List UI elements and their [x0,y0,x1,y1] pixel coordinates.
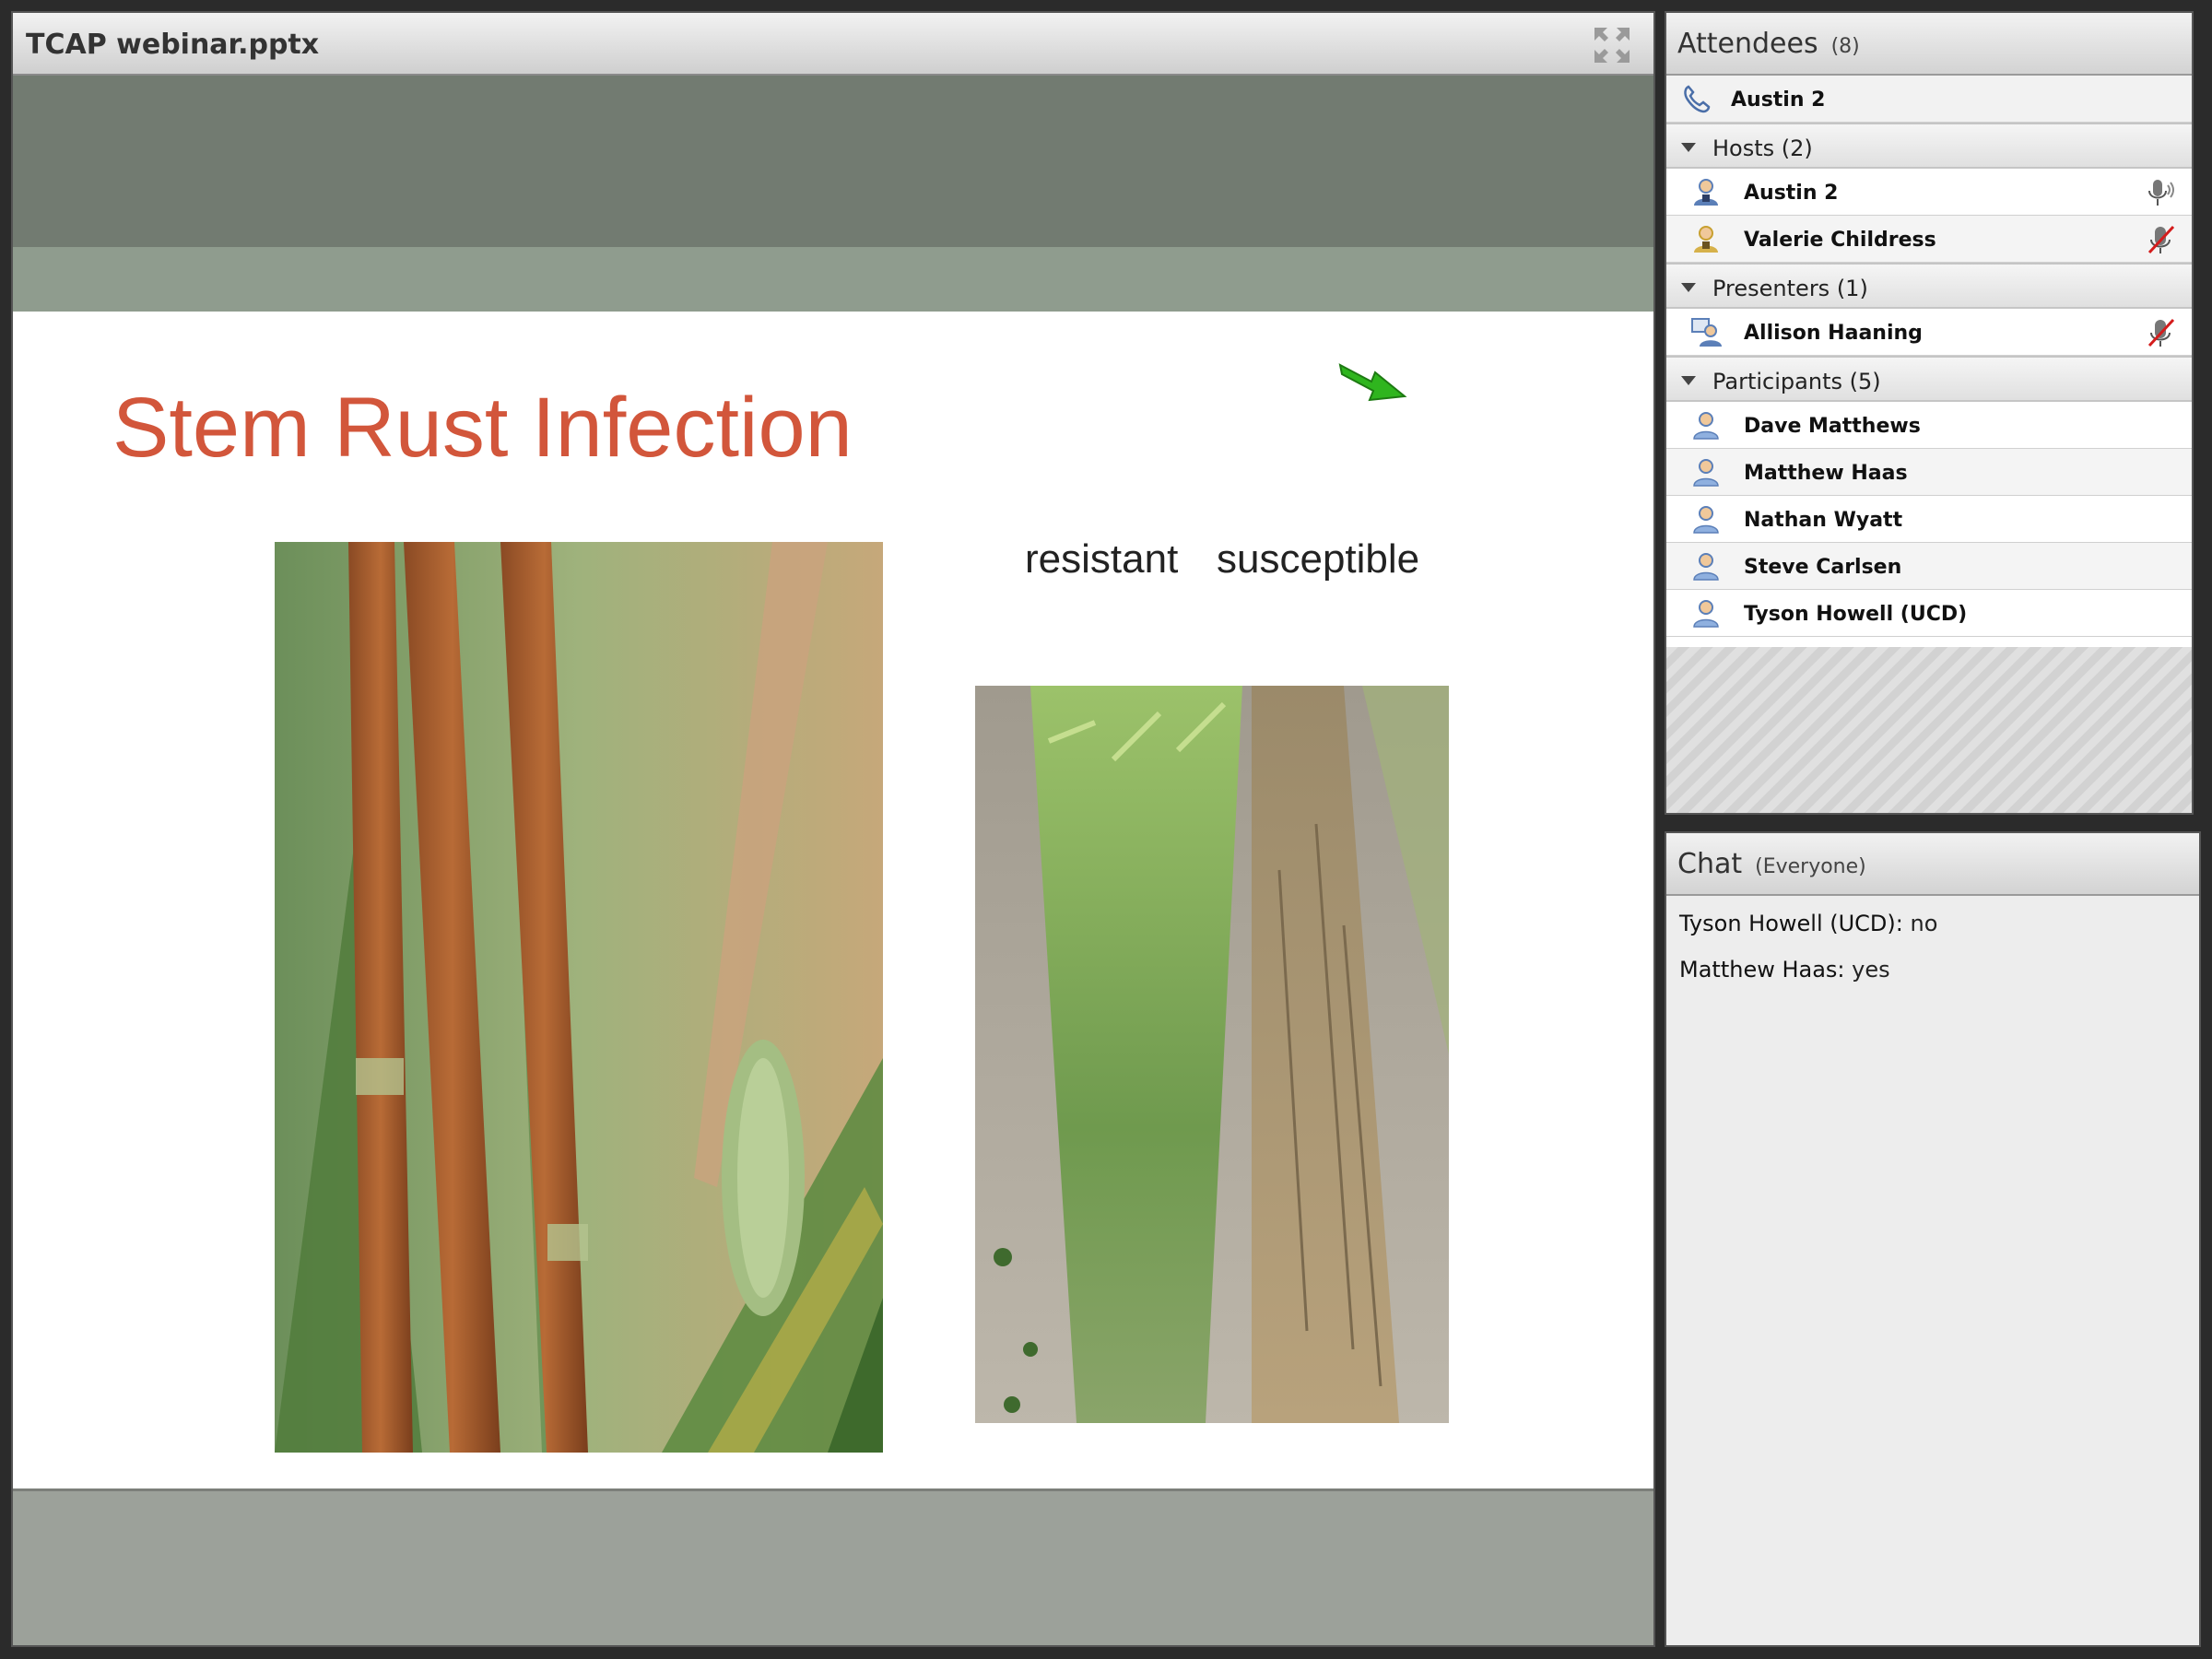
phone-icon [1684,85,1711,113]
chat-text: yes [1852,957,1890,982]
host-icon [1694,179,1718,206]
attendee-name: Tyson Howell (UCD) [1744,603,1968,626]
group-participants[interactable]: Participants (5) [1666,356,2192,402]
chat-title: Chat [1677,848,1743,880]
microphone-muted-icon[interactable] [2146,223,2177,256]
share-document-title: TCAP webinar.pptx [26,29,320,61]
chat-pod: Chat (Everyone) Tyson Howell (UCD): no Ma… [1665,831,2201,1647]
attendee-name: Steve Carlsen [1744,556,1902,579]
chat-sender: Tyson Howell (UCD): [1679,911,1903,936]
presentation-slide: Stem Rust Infection resistant susceptibl… [13,76,1653,1488]
attendee-row[interactable]: Dave Matthews [1666,402,2192,449]
attendee-name: Austin 2 [1744,182,1839,205]
attendee-list-empty-area [1666,647,2192,813]
attendee-name: Nathan Wyatt [1744,509,1903,532]
attendee-row[interactable]: Matthew Haas [1666,449,2192,496]
microphone-active-icon[interactable] [2146,176,2177,209]
attendee-row[interactable]: Nathan Wyatt [1666,496,2192,543]
attendee-row[interactable]: Austin 2 [1666,169,2192,216]
share-pod: TCAP webinar.pptx Stem Rust Infection re… [11,11,1655,1647]
group-hosts[interactable]: Hosts (2) [1666,123,2192,169]
chat-header: Chat (Everyone) [1666,833,2199,896]
fullscreen-icon[interactable] [1593,26,1631,65]
chat-sender: Matthew Haas: [1679,957,1845,982]
attendee-row[interactable]: Steve Carlsen [1666,543,2192,590]
attendee-row[interactable]: Valerie Childress [1666,216,2192,263]
group-presenters[interactable]: Presenters (1) [1666,263,2192,309]
participant-icon [1693,459,1719,487]
chat-message: Tyson Howell (UCD): no [1679,911,2186,936]
group-label: Participants (5) [1712,369,1881,394]
group-label: Presenters (1) [1712,276,1868,301]
meeting-window: TCAP webinar.pptx Stem Rust Infection re… [0,0,2212,1659]
chat-message: Matthew Haas: yes [1679,957,2186,982]
attendee-name: Dave Matthews [1744,415,1921,438]
attendees-pod: Attendees (8) Austin 2 Hosts (2) Austin 2 [1665,11,2194,815]
slide-header-band-dark [13,76,1653,247]
label-resistant: resistant [1025,536,1179,582]
attendee-name: Valerie Childress [1744,229,1936,252]
share-pod-titlebar: TCAP webinar.pptx [13,13,1653,76]
participant-icon [1693,600,1719,628]
attendee-row[interactable]: Tyson Howell (UCD) [1666,590,2192,637]
participant-icon [1693,506,1719,534]
stem-rust-photo [275,542,883,1453]
phone-attendee-row[interactable]: Austin 2 [1666,76,2192,123]
field-rows-photo [975,686,1449,1423]
attendee-name: Matthew Haas [1744,462,1908,485]
chat-message-list: Tyson Howell (UCD): no Matthew Haas: yes [1666,896,2199,1018]
attendees-header: Attendees (8) [1666,13,2192,76]
collapse-triangle-icon[interactable] [1681,283,1696,292]
slide-title: Stem Rust Infection [112,381,853,475]
presenter-icon [1691,318,1722,347]
presenter-pointer-icon [1338,363,1407,402]
collapse-triangle-icon[interactable] [1681,143,1696,152]
attendee-name: Allison Haaning [1744,322,1923,345]
attendees-count: (8) [1830,35,1860,58]
share-pod-footer-area [13,1488,1653,1645]
microphone-muted-icon[interactable] [2146,316,2177,349]
group-label: Hosts (2) [1712,135,1813,161]
collapse-triangle-icon[interactable] [1681,376,1696,385]
participant-icon [1693,553,1719,581]
participant-icon [1693,412,1719,440]
attendees-title: Attendees [1677,28,1818,60]
attendee-row[interactable]: Allison Haaning [1666,309,2192,356]
slide-header-band-light [13,247,1653,312]
host-icon [1694,226,1718,253]
attendee-name: Austin 2 [1731,88,1826,112]
chat-scope: (Everyone) [1755,855,1866,878]
label-susceptible: susceptible [1217,536,1420,582]
chat-text: no [1910,911,1938,936]
